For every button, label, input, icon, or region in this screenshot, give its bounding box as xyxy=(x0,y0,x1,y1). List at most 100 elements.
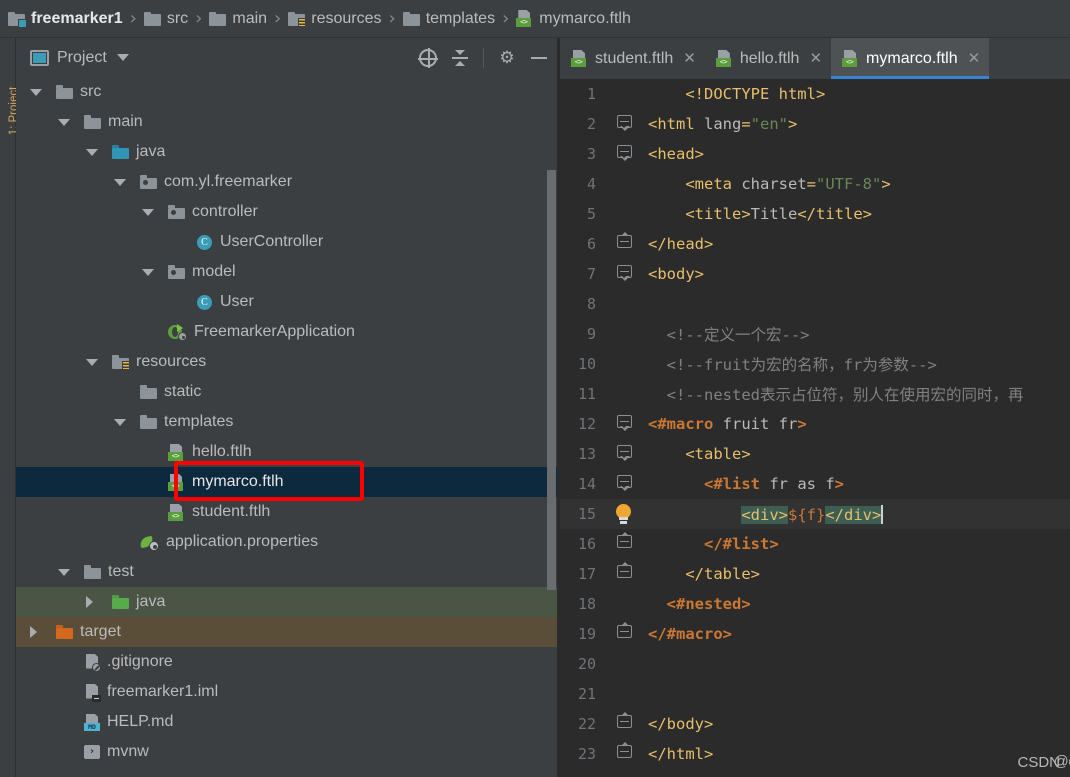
fold-collapse-icon[interactable] xyxy=(616,475,633,492)
code-line[interactable]: 22 </body> xyxy=(560,709,1070,739)
editor-gutter[interactable] xyxy=(604,469,638,499)
chevron-down-icon[interactable] xyxy=(58,118,70,126)
tree-item-hello-ftlh[interactable]: <> hello.ftlh xyxy=(16,437,558,467)
tree-item-java[interactable]: java xyxy=(16,137,558,167)
fold-end-icon[interactable] xyxy=(616,532,633,552)
tree-item-freemarker1-iml[interactable]: freemarker1.iml xyxy=(16,677,558,707)
editor-gutter[interactable] xyxy=(604,349,638,379)
code-line[interactable]: 12 <#macro fruit fr> xyxy=(560,409,1070,439)
editor-gutter[interactable] xyxy=(604,499,638,529)
breadcrumb-item-main[interactable]: main xyxy=(209,0,267,38)
editor-gutter[interactable] xyxy=(604,379,638,409)
code-line[interactable]: 20 xyxy=(560,649,1070,679)
chevron-down-icon[interactable] xyxy=(86,148,98,156)
code-line[interactable]: 1 <!DOCTYPE html> xyxy=(560,79,1070,109)
lightbulb-icon[interactable] xyxy=(614,504,633,524)
tree-item--gitignore[interactable]: .gitignore xyxy=(16,647,558,677)
chevron-down-icon[interactable] xyxy=(58,568,70,576)
code-line[interactable]: 21 xyxy=(560,679,1070,709)
editor-tab-hello-ftlh[interactable]: <> hello.ftlh ✕ xyxy=(705,38,831,79)
fold-collapse-icon[interactable] xyxy=(616,145,633,162)
chevron-down-icon[interactable] xyxy=(114,178,126,186)
fold-end-icon[interactable] xyxy=(616,622,633,642)
code-line[interactable]: 8 xyxy=(560,289,1070,319)
code-line[interactable]: 14 <#list fr as f> xyxy=(560,469,1070,499)
project-panel-scrollbar[interactable] xyxy=(547,170,556,590)
fold-end-icon[interactable] xyxy=(616,232,633,252)
editor-gutter[interactable] xyxy=(604,169,638,199)
editor-gutter[interactable] xyxy=(604,619,638,649)
code-line[interactable]: 10 <!--fruit为宏的名称，fr为参数--> xyxy=(560,349,1070,379)
tree-item-main[interactable]: main xyxy=(16,107,558,137)
editor-gutter[interactable] xyxy=(604,739,638,769)
fold-collapse-icon[interactable] xyxy=(616,415,633,432)
chevron-down-icon[interactable] xyxy=(142,208,154,216)
close-icon[interactable]: ✕ xyxy=(683,51,696,66)
tree-item-usercontroller[interactable]: C UserController xyxy=(16,227,558,257)
editor-tab-student-ftlh[interactable]: <> student.ftlh ✕ xyxy=(560,38,705,79)
editor-gutter[interactable] xyxy=(604,109,638,139)
tree-item-help-md[interactable]: MD HELP.md xyxy=(16,707,558,737)
editor-gutter[interactable] xyxy=(604,319,638,349)
close-icon[interactable]: ✕ xyxy=(968,51,981,66)
breadcrumb-item-src[interactable]: src xyxy=(143,0,188,38)
code-line[interactable]: 7 <body> xyxy=(560,259,1070,289)
tree-item-user[interactable]: C User xyxy=(16,287,558,317)
code-editor[interactable]: 1 <!DOCTYPE html> 2 <html lang="en"> 3 <head… xyxy=(560,79,1070,777)
chevron-down-icon[interactable] xyxy=(116,54,129,61)
editor-gutter[interactable] xyxy=(604,559,638,589)
editor-gutter[interactable] xyxy=(604,229,638,259)
code-line[interactable]: 11 <!--nested表示占位符，别人在使用宏的同时，再 xyxy=(560,379,1070,409)
locate-icon[interactable] xyxy=(418,47,438,68)
tree-item-templates[interactable]: templates xyxy=(16,407,558,437)
code-line[interactable]: 13 <table> xyxy=(560,439,1070,469)
breadcrumb-item-mymarco-ftlh[interactable]: <> mymarco.ftlh xyxy=(516,0,631,38)
chevron-right-icon[interactable] xyxy=(30,626,37,638)
fold-end-icon[interactable] xyxy=(616,742,633,762)
project-tree[interactable]: src main java com.yl.freemarker controller C U… xyxy=(16,77,558,777)
fold-end-icon[interactable] xyxy=(616,712,633,732)
tree-item-model[interactable]: model xyxy=(16,257,558,287)
editor-gutter[interactable] xyxy=(604,709,638,739)
gear-icon[interactable]: ⚙ xyxy=(498,49,516,67)
editor-gutter[interactable] xyxy=(604,529,638,559)
code-line[interactable]: 18 <#nested> xyxy=(560,589,1070,619)
code-line[interactable]: 16 </#list> xyxy=(560,529,1070,559)
tree-item-application-properties[interactable]: application.properties xyxy=(16,527,558,557)
editor-gutter[interactable] xyxy=(604,589,638,619)
code-line[interactable]: 15 <div>${f}</div> xyxy=(560,499,1070,529)
tree-item-static[interactable]: static xyxy=(16,377,558,407)
fold-collapse-icon[interactable] xyxy=(616,265,633,282)
chevron-right-icon[interactable] xyxy=(86,596,93,608)
editor-gutter[interactable] xyxy=(604,439,638,469)
chevron-down-icon[interactable] xyxy=(86,358,98,366)
code-line[interactable]: 19 </#macro> xyxy=(560,619,1070,649)
code-line[interactable]: 2 <html lang="en"> xyxy=(560,109,1070,139)
chevron-down-icon[interactable] xyxy=(114,418,126,426)
chevron-down-icon[interactable] xyxy=(142,268,154,276)
breadcrumb-item-templates[interactable]: templates xyxy=(402,0,495,38)
editor-gutter[interactable] xyxy=(604,199,638,229)
tree-item-mvnw[interactable]: › mvnw xyxy=(16,737,558,767)
editor-gutter[interactable] xyxy=(604,79,638,109)
tree-item-controller[interactable]: controller xyxy=(16,197,558,227)
code-line[interactable]: 3 <head> xyxy=(560,139,1070,169)
tree-item-mymarco-ftlh[interactable]: <> mymarco.ftlh xyxy=(16,467,558,497)
code-line[interactable]: 9 <!--定义一个宏--> xyxy=(560,319,1070,349)
editor-gutter[interactable] xyxy=(604,139,638,169)
fold-collapse-icon[interactable] xyxy=(616,115,633,132)
tree-item-student-ftlh[interactable]: <> student.ftlh xyxy=(16,497,558,527)
close-icon[interactable]: ✕ xyxy=(809,51,822,66)
breadcrumb-item-freemarker1[interactable]: freemarker1 xyxy=(8,0,123,38)
code-line[interactable]: 23 </html> xyxy=(560,739,1070,769)
fold-collapse-icon[interactable] xyxy=(616,445,633,462)
collapse-all-icon[interactable] xyxy=(451,49,469,67)
minimize-icon[interactable] xyxy=(530,49,548,67)
editor-gutter[interactable] xyxy=(604,649,638,679)
editor-gutter[interactable] xyxy=(604,289,638,319)
editor-gutter[interactable] xyxy=(604,259,638,289)
tree-item-src[interactable]: src xyxy=(16,77,558,107)
code-line[interactable]: 5 <title>Title</title> xyxy=(560,199,1070,229)
chevron-down-icon[interactable] xyxy=(30,88,42,96)
code-line[interactable]: 17 </table> xyxy=(560,559,1070,589)
